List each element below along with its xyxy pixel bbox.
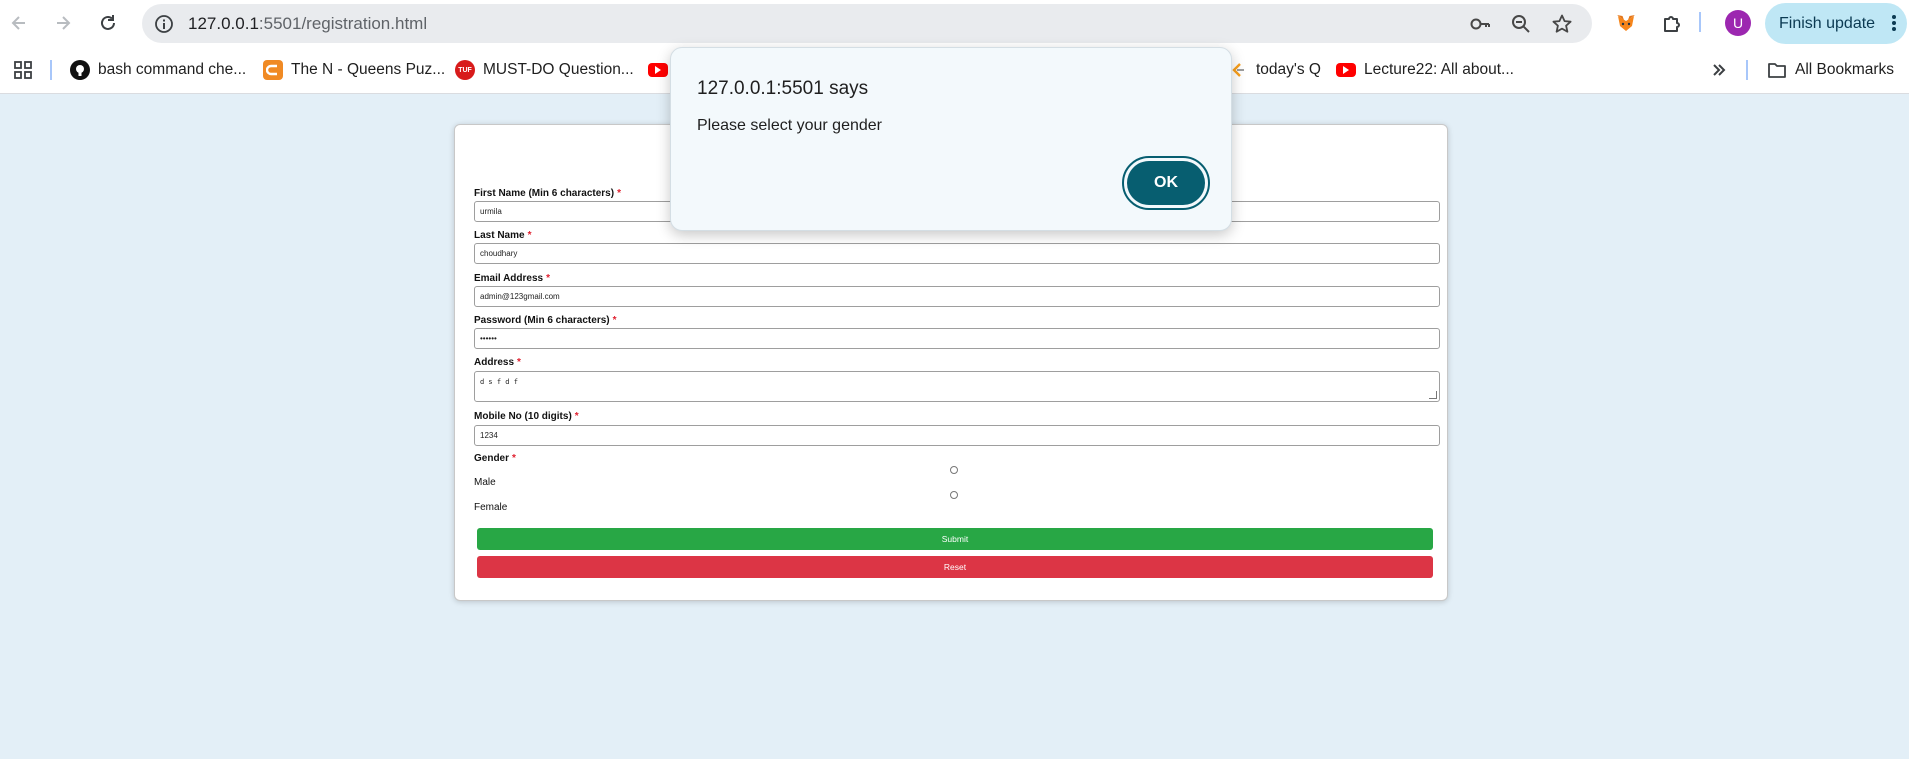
chevron-double-right-icon[interactable] [1705, 56, 1733, 84]
required-star: * [546, 273, 551, 284]
bookmark-item[interactable]: TUF MUST-DO Question... [455, 58, 634, 82]
github-icon [70, 60, 90, 80]
zoom-icon[interactable] [1509, 12, 1533, 36]
email-label-text: Email Address [474, 273, 544, 284]
last-name-input[interactable]: choudhary [474, 243, 1440, 264]
gender-female-label: Female [474, 502, 508, 513]
bookmark-item[interactable]: Lecture22: All about... [1336, 58, 1514, 82]
password-input[interactable]: •••••• [474, 328, 1440, 349]
mobile-label-text: Mobile No (10 digits) [474, 411, 572, 422]
email-input[interactable]: admin@123gmail.com [474, 286, 1440, 307]
more-vert-icon[interactable] [1891, 13, 1897, 38]
finish-update-label: Finish update [1779, 14, 1876, 32]
gender-male-radio[interactable] [950, 466, 958, 474]
url-text[interactable]: 127.0.0.1:5501/registration.html [188, 14, 427, 34]
all-bookmarks-label: All Bookmarks [1795, 61, 1895, 78]
alert-dialog: 127.0.0.1:5501 says Please select your g… [670, 47, 1232, 231]
required-star: * [517, 357, 521, 368]
gender-label-text: Gender [474, 453, 510, 464]
bookmark-label: today's Q [1256, 61, 1321, 78]
arrow-left-icon [11, 16, 25, 30]
bookmarks-divider [1746, 60, 1748, 80]
bookmark-star-icon[interactable] [1550, 12, 1574, 36]
required-star: * [617, 188, 621, 199]
profile-avatar[interactable]: U [1725, 10, 1751, 36]
bookmark-label: bash command che... [98, 61, 247, 78]
youtube-icon [1336, 63, 1356, 77]
resize-handle-icon[interactable] [1429, 391, 1437, 399]
first-name-label: First Name (Min 6 characters) * [474, 188, 621, 199]
password-label-text: Password (Min 6 characters) [474, 315, 610, 326]
ok-button[interactable]: OK [1127, 161, 1205, 205]
bookmark-item[interactable]: bash command che... [70, 58, 246, 82]
dialog-message: Please select your gender [697, 117, 882, 134]
url-path: :5501/registration.html [258, 14, 428, 33]
password-label: Password (Min 6 characters) * [474, 315, 617, 326]
all-bookmarks-button[interactable]: All Bookmarks [1767, 58, 1894, 82]
address-bar[interactable]: 127.0.0.1:5501/registration.html [142, 4, 1592, 43]
gender-label: Gender * [474, 453, 516, 464]
email-label: Email Address * [474, 273, 550, 284]
mobile-label: Mobile No (10 digits) * [474, 411, 579, 422]
required-star: * [612, 315, 617, 326]
required-star: * [512, 453, 516, 464]
address-textarea[interactable]: d s f d f [474, 371, 1440, 402]
required-star: * [527, 230, 532, 241]
toolbar-divider [1699, 12, 1701, 32]
bookmark-label: The N - Queens Puz... [291, 61, 446, 78]
required-star: * [574, 411, 579, 422]
arrow-right-icon [57, 16, 71, 30]
folder-icon [1767, 60, 1787, 80]
bookmarks-divider [50, 60, 52, 80]
reload-button[interactable] [92, 7, 124, 39]
reset-button[interactable]: Reset [477, 556, 1433, 578]
bookmark-item[interactable]: The N - Queens Puz... [263, 58, 445, 82]
bookmark-favicon [263, 60, 283, 80]
first-name-label-text: First Name (Min 6 characters) [474, 188, 615, 199]
bookmark-label: MUST-DO Question... [483, 61, 634, 78]
ok-button-focus-ring: OK [1122, 156, 1210, 210]
password-key-icon[interactable] [1468, 12, 1492, 36]
bookmark-item[interactable]: today's Q [1228, 58, 1321, 82]
finish-update-button[interactable]: Finish update [1765, 3, 1907, 44]
metamask-extension-icon[interactable] [1612, 9, 1640, 37]
address-value: d s f d f [480, 378, 518, 386]
last-name-label-text: Last Name [474, 230, 525, 241]
submit-button[interactable]: Submit [477, 528, 1433, 550]
last-name-label: Last Name * [474, 230, 531, 241]
site-info-icon[interactable] [152, 12, 176, 36]
reload-icon [101, 15, 115, 30]
url-host: 127.0.0.1 [188, 14, 259, 33]
back-button[interactable] [3, 7, 35, 39]
address-label-text: Address [474, 357, 515, 368]
address-label: Address * [474, 357, 521, 368]
youtube-icon [648, 63, 668, 77]
mobile-input[interactable]: 1234 [474, 425, 1440, 446]
extensions-puzzle-icon[interactable] [1658, 9, 1686, 37]
apps-grid-icon[interactable] [9, 56, 37, 84]
gender-female-radio[interactable] [950, 491, 958, 499]
dialog-title: 127.0.0.1:5501 says [697, 78, 869, 99]
browser-toolbar: 127.0.0.1:5501/registration.html U Finis… [0, 0, 1909, 46]
tuf-icon: TUF [455, 60, 475, 80]
bookmark-label: Lecture22: All about... [1364, 61, 1514, 78]
forward-button[interactable] [47, 7, 79, 39]
gender-male-label: Male [474, 477, 496, 488]
